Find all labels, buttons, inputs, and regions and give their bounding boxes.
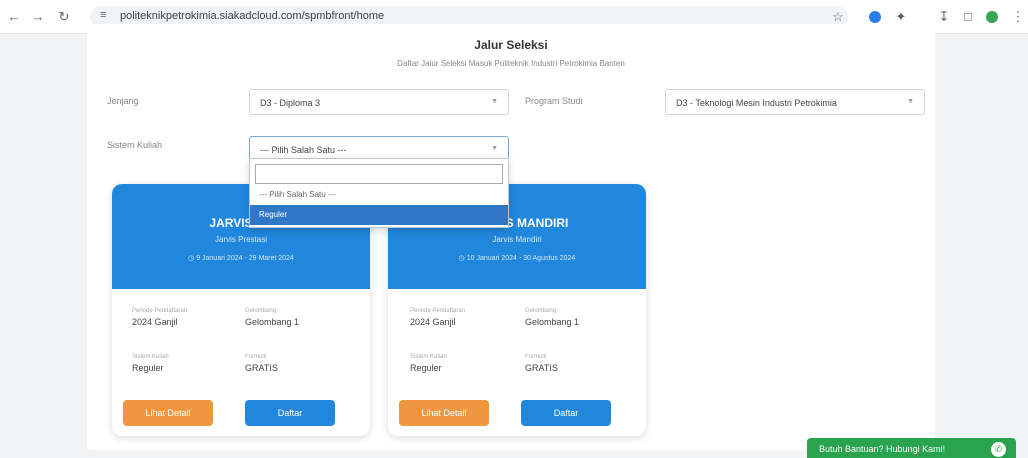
sistem-kuliah-dropdown: --- Pilih Salah Satu --- Reguler xyxy=(249,158,509,228)
dropdown-search-input[interactable] xyxy=(255,164,503,184)
url-text: politeknikpetrokimia.siakadcloud.com/spm… xyxy=(120,10,385,22)
daftar-button[interactable]: Daftar xyxy=(245,400,335,426)
reload-icon[interactable]: ↻ xyxy=(56,9,72,25)
gelombang-label: Gelombang xyxy=(525,308,557,314)
program-date-range: ◷ 10 Januari 2024 - 30 Agustus 2024 xyxy=(458,255,576,262)
dropdown-option-highlighted[interactable]: Reguler xyxy=(250,205,508,225)
site-info-icon[interactable]: ≡ xyxy=(100,9,106,21)
chevron-down-icon: ▼ xyxy=(491,98,498,105)
jenjang-select-value: D3 - Diploma 3 xyxy=(260,98,321,108)
extensions-puzzle-icon[interactable]: ✦ xyxy=(893,9,909,25)
periode-label: Periode Pendaftaran xyxy=(132,308,188,314)
prodi-label: Program Studi xyxy=(525,96,583,106)
download-icon[interactable]: ↧ xyxy=(936,9,952,25)
formulir-label: Formulir xyxy=(525,354,547,360)
gelombang-value: Gelombang 1 xyxy=(525,317,580,327)
jenjang-label: Jenjang xyxy=(107,96,139,106)
sistem-kuliah-meta-value: Reguler xyxy=(132,363,164,373)
extension-icon[interactable] xyxy=(869,11,881,23)
formulir-value: GRATIS xyxy=(525,363,558,373)
program-subtitle: Jarvis Mandiri xyxy=(492,235,542,244)
dropdown-option[interactable]: --- Pilih Salah Satu --- xyxy=(250,185,508,205)
program-subtitle: Jarvis Prestasi xyxy=(214,235,267,244)
forward-icon[interactable]: → xyxy=(30,9,46,25)
whatsapp-icon: ✆ xyxy=(991,442,1006,457)
program-date-text: 10 Januari 2024 - 30 Agustus 2024 xyxy=(466,255,576,262)
gelombang-label: Gelombang xyxy=(245,308,277,314)
lihat-detail-button[interactable]: Lihat Detail xyxy=(399,400,489,426)
prodi-select[interactable]: D3 - Teknologi Mesin Industri Petrokimia… xyxy=(665,89,925,115)
side-panel-icon[interactable]: □ xyxy=(960,9,976,25)
formulir-label: Formulir xyxy=(245,354,267,360)
sistem-kuliah-meta-label: Sistem Kuliah xyxy=(410,354,447,360)
formulir-value: GRATIS xyxy=(245,363,278,373)
page-title: Jalur Seleksi xyxy=(474,38,548,52)
gelombang-value: Gelombang 1 xyxy=(245,317,300,327)
periode-value: 2024 Ganjil xyxy=(132,317,178,327)
sistem-kuliah-meta-label: Sistem Kuliah xyxy=(132,354,169,360)
program-date-range: ◷ 9 Januari 2024 - 29 Maret 2024 xyxy=(188,255,294,262)
lihat-detail-button[interactable]: Lihat Detail xyxy=(123,400,213,426)
back-icon[interactable]: ← xyxy=(6,9,22,25)
program-date-text: 9 Januari 2024 - 29 Maret 2024 xyxy=(196,255,294,262)
periode-value: 2024 Ganjil xyxy=(410,317,456,327)
page-subtitle: Daftar Jalur Seleksi Masuk Politeknik In… xyxy=(397,59,625,68)
menu-dots-icon[interactable]: ⋮ xyxy=(1010,9,1026,25)
help-contact-button[interactable]: Butuh Bantuan? Hubungi Kami! ✆ xyxy=(807,438,1016,458)
daftar-button[interactable]: Daftar xyxy=(521,400,611,426)
profile-avatar[interactable] xyxy=(986,11,998,23)
chevron-down-icon: ▼ xyxy=(907,98,914,105)
content-card: Jalur Seleksi Daftar Jalur Seleksi Masuk… xyxy=(87,24,935,450)
sistem-kuliah-select-value: --- Pilih Salah Satu --- xyxy=(260,145,347,155)
sistem-kuliah-meta-value: Reguler xyxy=(410,363,442,373)
sistem-kuliah-label: Sistem Kuliah xyxy=(107,140,163,150)
prodi-select-value: D3 - Teknologi Mesin Industri Petrokimia xyxy=(676,98,837,108)
jenjang-select[interactable]: D3 - Diploma 3 ▼ xyxy=(249,89,509,115)
chevron-down-icon: ▼ xyxy=(491,145,498,152)
help-label: Butuh Bantuan? Hubungi Kami! xyxy=(819,444,946,454)
periode-label: Periode Pendaftaran xyxy=(410,308,466,314)
bookmark-star-icon[interactable]: ☆ xyxy=(830,9,846,25)
